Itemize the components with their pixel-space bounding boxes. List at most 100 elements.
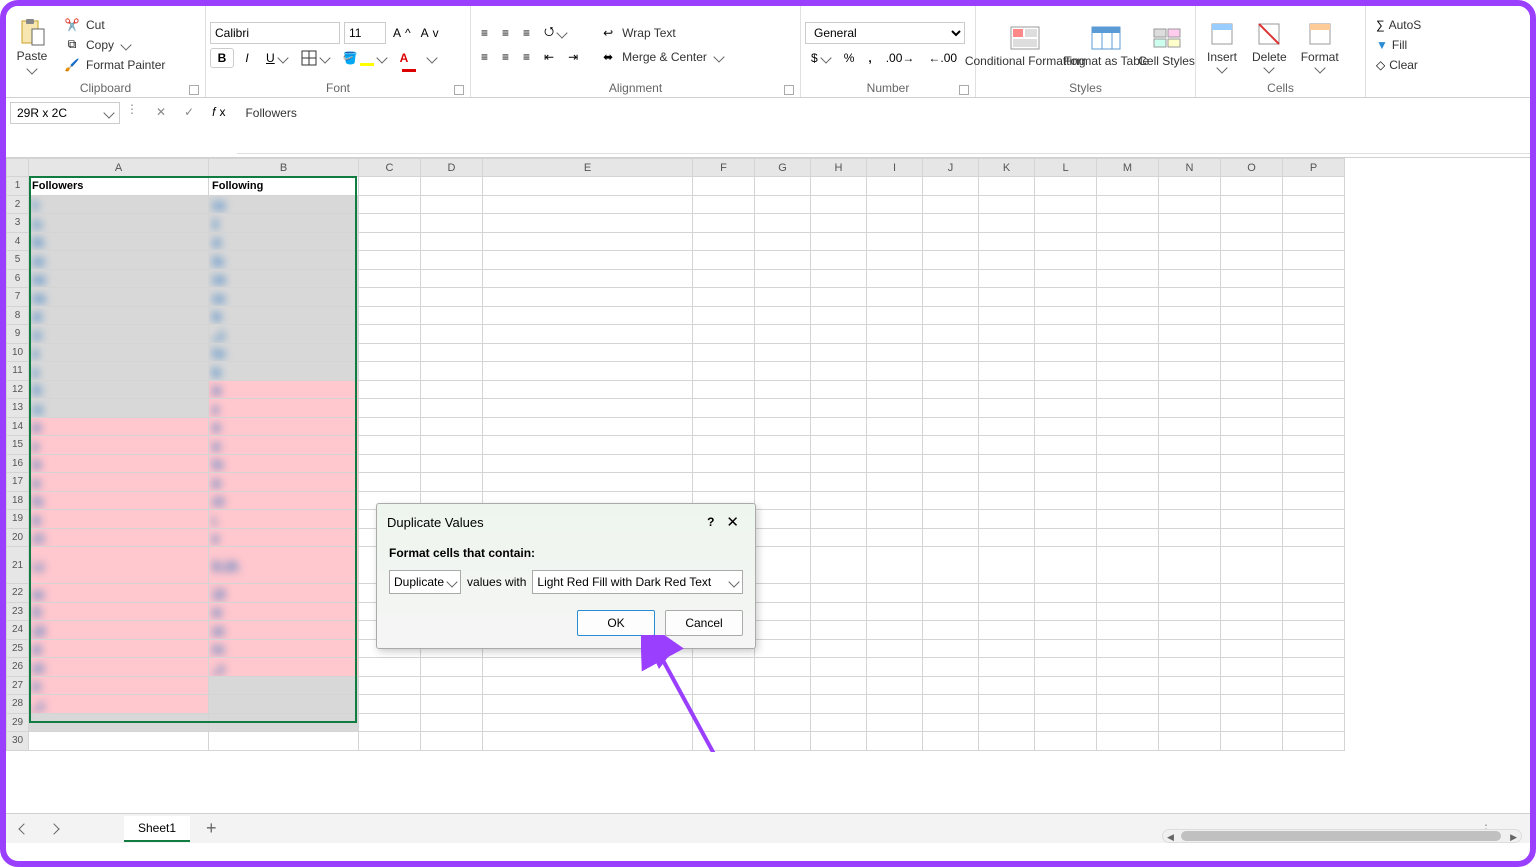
cell[interactable] <box>1159 417 1221 436</box>
cell[interactable] <box>867 695 923 714</box>
cell[interactable] <box>755 325 811 344</box>
cell[interactable]: ja <box>29 417 209 436</box>
cell[interactable]: ac <box>29 584 209 603</box>
cell[interactable] <box>755 676 811 695</box>
cell[interactable] <box>1283 232 1345 251</box>
insert-button[interactable]: Insert <box>1200 14 1244 76</box>
cell[interactable] <box>1035 177 1097 196</box>
cell[interactable] <box>693 695 755 714</box>
cell[interactable] <box>1159 602 1221 621</box>
cell[interactable] <box>867 417 923 436</box>
cell[interactable] <box>421 251 483 270</box>
cell[interactable] <box>359 676 421 695</box>
cell[interactable] <box>923 325 979 344</box>
cell[interactable] <box>1283 454 1345 473</box>
cell[interactable] <box>1221 695 1283 714</box>
cell[interactable] <box>979 491 1035 510</box>
cell[interactable] <box>811 325 867 344</box>
copy-button[interactable]: ⧉Copy <box>56 35 171 55</box>
col-header[interactable]: B <box>209 159 359 177</box>
cell[interactable] <box>483 325 693 344</box>
row-header[interactable]: 22 <box>7 584 29 603</box>
cell[interactable] <box>811 343 867 362</box>
cell[interactable] <box>811 713 867 732</box>
row-header[interactable]: 29 <box>7 713 29 732</box>
cell[interactable] <box>867 510 923 529</box>
cell[interactable] <box>979 528 1035 547</box>
cell[interactable] <box>1283 602 1345 621</box>
cell[interactable] <box>923 602 979 621</box>
cell[interactable] <box>923 584 979 603</box>
bold-button[interactable]: B <box>210 48 234 68</box>
paste-button[interactable]: Paste <box>10 14 54 76</box>
cell[interactable] <box>1221 195 1283 214</box>
cell[interactable] <box>1035 436 1097 455</box>
cell[interactable] <box>693 380 755 399</box>
row-header[interactable]: 14 <box>7 417 29 436</box>
cell[interactable] <box>1159 232 1221 251</box>
cell[interactable] <box>1283 269 1345 288</box>
cell[interactable] <box>359 399 421 418</box>
cell[interactable] <box>1097 547 1159 584</box>
cell[interactable] <box>693 195 755 214</box>
comma-button[interactable]: , <box>862 48 877 68</box>
cell[interactable] <box>811 288 867 307</box>
cell[interactable] <box>979 232 1035 251</box>
cell[interactable] <box>867 473 923 492</box>
cell[interactable] <box>1035 491 1097 510</box>
cell[interactable] <box>755 214 811 233</box>
cell[interactable] <box>1221 362 1283 381</box>
cell[interactable] <box>693 417 755 436</box>
col-header[interactable]: F <box>693 159 755 177</box>
cell[interactable] <box>1035 454 1097 473</box>
cell[interactable] <box>1159 325 1221 344</box>
alignment-launcher[interactable] <box>784 85 794 95</box>
cell[interactable] <box>979 732 1035 751</box>
cell[interactable] <box>421 695 483 714</box>
cell[interactable]: th <box>29 602 209 621</box>
cut-button[interactable]: ✂️Cut <box>56 15 171 35</box>
cell[interactable] <box>1283 306 1345 325</box>
cell[interactable] <box>1283 695 1345 714</box>
cell[interactable] <box>359 732 421 751</box>
cell[interactable] <box>867 436 923 455</box>
cell[interactable] <box>979 251 1035 270</box>
cell[interactable] <box>979 288 1035 307</box>
cell[interactable] <box>1159 380 1221 399</box>
cell[interactable] <box>979 177 1035 196</box>
cell[interactable] <box>923 491 979 510</box>
cell[interactable] <box>483 732 693 751</box>
cell[interactable]: sh <box>29 658 209 677</box>
cell[interactable]: pr <box>29 639 209 658</box>
cell[interactable] <box>811 195 867 214</box>
cell[interactable] <box>483 177 693 196</box>
cell[interactable] <box>1097 306 1159 325</box>
cell[interactable] <box>755 473 811 492</box>
cell[interactable]: h <box>29 195 209 214</box>
col-header[interactable]: A <box>29 159 209 177</box>
cell[interactable] <box>421 380 483 399</box>
cell[interactable] <box>1283 343 1345 362</box>
cell[interactable] <box>1097 232 1159 251</box>
cell[interactable]: sp <box>29 251 209 270</box>
cell[interactable] <box>483 195 693 214</box>
cell[interactable] <box>923 177 979 196</box>
name-box[interactable]: 29R x 2C <box>10 102 120 124</box>
cell[interactable] <box>1221 269 1283 288</box>
cell[interactable] <box>811 380 867 399</box>
align-bottom-button[interactable]: ≡ <box>517 23 536 43</box>
cell[interactable] <box>923 713 979 732</box>
col-header[interactable]: C <box>359 159 421 177</box>
cell[interactable] <box>1097 602 1159 621</box>
cell[interactable] <box>1035 473 1097 492</box>
cell[interactable] <box>1159 547 1221 584</box>
cell[interactable] <box>1035 325 1097 344</box>
cell[interactable] <box>755 528 811 547</box>
cell[interactable] <box>1035 195 1097 214</box>
cell[interactable] <box>1097 380 1159 399</box>
cell[interactable] <box>421 232 483 251</box>
cell[interactable] <box>755 232 811 251</box>
cell[interactable] <box>755 177 811 196</box>
cell[interactable]: a <box>29 436 209 455</box>
cell[interactable] <box>1159 510 1221 529</box>
